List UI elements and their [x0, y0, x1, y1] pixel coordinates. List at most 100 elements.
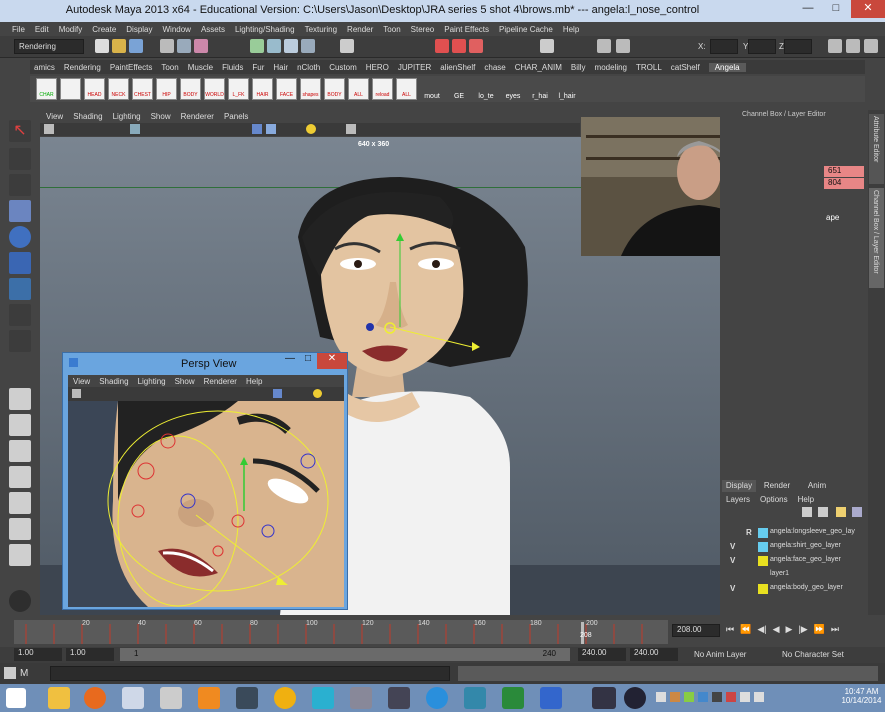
menu-item[interactable]: Assets [201, 25, 225, 34]
shelf-tab[interactable]: catShelf [671, 63, 700, 72]
menu-item[interactable]: Modify [59, 25, 83, 34]
excel-icon[interactable] [502, 687, 524, 709]
persp-close-button[interactable]: ✕ [317, 353, 347, 369]
time-ruler[interactable]: 20 40 60 80 100 120 140 160 180 200 208 [14, 620, 668, 644]
viewport-menu-item[interactable]: Renderer [181, 112, 214, 123]
menu-item[interactable]: File [12, 25, 25, 34]
scale-tool-icon[interactable] [9, 252, 31, 274]
x-field[interactable] [710, 39, 738, 54]
persp-viewport[interactable] [68, 401, 344, 607]
close-button[interactable]: ✕ [851, 0, 885, 18]
shelf-tab[interactable]: modeling [595, 63, 627, 72]
snap-grid-icon[interactable] [250, 39, 264, 53]
channel-box-toggle-icon[interactable] [864, 39, 878, 53]
isolate-select-icon[interactable] [346, 124, 356, 134]
menu-item[interactable]: Window [163, 25, 191, 34]
select-component-icon[interactable] [194, 39, 208, 53]
shelf-tab[interactable]: Fur [252, 63, 264, 72]
shelf-tab[interactable]: Toon [161, 63, 178, 72]
shelf-button[interactable]: NECK [108, 78, 129, 100]
tray-icon[interactable] [670, 692, 680, 702]
shelf-button[interactable]: HEAD [84, 78, 105, 100]
firefox-icon[interactable] [84, 687, 106, 709]
maya-taskbar-icon[interactable] [236, 687, 258, 709]
shelf-button[interactable]: ALL [396, 78, 417, 100]
step-forward-key-icon[interactable]: ⏩ [814, 624, 825, 635]
anim-layer-label[interactable]: No Anim Layer [694, 650, 746, 659]
persp-graph-layout-icon[interactable] [9, 440, 31, 462]
tray-icon[interactable] [684, 692, 694, 702]
menu-item[interactable]: Pipeline Cache [499, 25, 553, 34]
animation-start-field[interactable]: 1.00 [14, 648, 62, 661]
viewport-menu-item[interactable]: Show [151, 112, 171, 123]
lights-icon[interactable] [306, 124, 316, 134]
new-layer-icon[interactable] [802, 507, 812, 517]
select-object-icon[interactable] [177, 39, 191, 53]
range-slider[interactable]: 1 240 [120, 648, 570, 661]
shelf-tab[interactable]: Custom [329, 63, 357, 72]
ipr-render-icon[interactable] [452, 39, 466, 53]
shelf-script-button[interactable]: lo_te [474, 78, 498, 100]
norton-icon[interactable] [274, 687, 296, 709]
maximize-button[interactable]: □ [823, 0, 849, 18]
persp-camera-icon[interactable] [72, 389, 81, 398]
file-explorer-icon[interactable] [48, 687, 70, 709]
help-icon[interactable] [624, 687, 646, 709]
shelf-button[interactable]: CHEST [132, 78, 153, 100]
shelf-script-button[interactable]: mout [420, 78, 444, 100]
new-scene-icon[interactable] [95, 39, 109, 53]
shelf-button[interactable]: BODY [180, 78, 201, 100]
layer-menu-options[interactable]: Options [760, 495, 788, 504]
channel-value-field[interactable]: 651 [824, 166, 864, 177]
time-slider[interactable]: 20 40 60 80 100 120 140 160 180 200 208 208.00 ⏮ … [0, 618, 885, 648]
menu-item[interactable]: Stereo [411, 25, 435, 34]
rotate-tool-icon[interactable] [9, 226, 31, 248]
snap-curve-icon[interactable] [267, 39, 281, 53]
soft-mod-tool-icon[interactable] [9, 304, 31, 326]
paint-select-tool-icon[interactable] [9, 174, 31, 196]
menu-item[interactable]: Toon [383, 25, 400, 34]
tray-icon[interactable] [712, 692, 722, 702]
graph-editor-layout-icon[interactable] [9, 492, 31, 514]
start-button-icon[interactable] [6, 688, 26, 708]
shelf-tab[interactable]: CHAR_ANIM [515, 63, 562, 72]
menu-item[interactable]: Help [563, 25, 579, 34]
outliner-layout-icon[interactable] [9, 544, 31, 566]
menu-item[interactable]: Edit [35, 25, 49, 34]
network-icon[interactable] [754, 692, 764, 702]
shelf-tab[interactable]: alienShelf [440, 63, 475, 72]
smooth-shade-icon[interactable] [252, 124, 262, 134]
select-tool-icon[interactable]: ↖ [9, 120, 31, 142]
viewport-menu-item[interactable]: Panels [224, 112, 248, 123]
on-screen-keyboard-icon[interactable] [592, 687, 616, 709]
attribute-editor-toggle-icon[interactable] [828, 39, 842, 53]
shelf-tab[interactable]: Angela [708, 62, 746, 72]
command-input[interactable] [50, 666, 450, 681]
shelf-tab[interactable]: PaintEffects [110, 63, 153, 72]
show-ui-icon[interactable] [597, 39, 611, 53]
shelf-button[interactable]: HAIR [252, 78, 273, 100]
menu-item[interactable]: Create [92, 25, 116, 34]
show-manipulator-icon[interactable] [9, 330, 31, 352]
persp-menu-item[interactable]: Shading [99, 377, 128, 386]
shelf-tab[interactable]: Hair [273, 63, 288, 72]
shelf-tab[interactable]: Fluids [222, 63, 243, 72]
layer-row[interactable]: Vangela:body_geo_layer [724, 583, 862, 596]
new-layer-selected-icon[interactable] [818, 507, 828, 517]
video-icon[interactable] [388, 687, 410, 709]
shelf-button[interactable]: HIP [156, 78, 177, 100]
layer-visibility-toggle[interactable]: V [730, 584, 735, 593]
persp-shade-icon[interactable] [273, 389, 282, 398]
persp-title-bar[interactable]: Persp View — □ ✕ [63, 353, 347, 373]
textured-icon[interactable] [266, 124, 276, 134]
snap-point-icon[interactable] [284, 39, 298, 53]
play-backwards-icon[interactable]: ◀ [773, 624, 780, 635]
tray-icon[interactable] [656, 692, 666, 702]
go-to-start-icon[interactable]: ⏮ [726, 624, 734, 635]
persp-maximize-button[interactable]: □ [299, 353, 317, 369]
layer-visibility-toggle[interactable]: V [730, 542, 735, 551]
viewport-menu-item[interactable]: Lighting [113, 112, 141, 123]
layer-move-icon[interactable] [852, 507, 862, 517]
layer-row[interactable]: Rangela:longsleeve_geo_lay [724, 527, 862, 540]
persp-menu-item[interactable]: Lighting [138, 377, 166, 386]
